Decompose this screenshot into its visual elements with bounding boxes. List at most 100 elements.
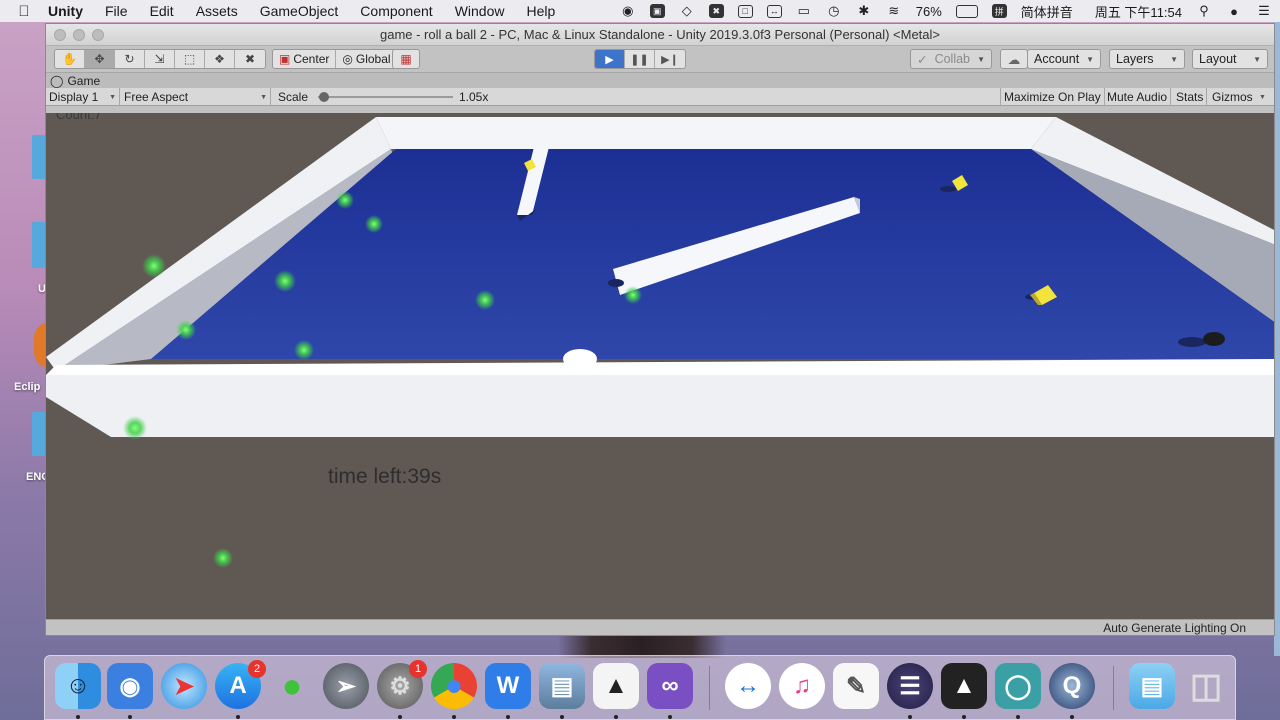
capture-icon[interactable]: ✖ (708, 4, 724, 18)
scale-slider-thumb[interactable] (318, 92, 329, 102)
menu-app-name[interactable]: Unity (48, 3, 83, 19)
itunes-icon[interactable]: ♫ (779, 663, 825, 709)
green-pickup (176, 320, 196, 340)
quicktime-icon[interactable]: Q (1049, 663, 1095, 709)
rotate-tool-icon[interactable]: ↻ (115, 50, 145, 68)
green-pickup (213, 548, 233, 568)
rect-tool-icon[interactable]: ⬚ (175, 50, 205, 68)
chevron-down-icon: ▼ (109, 93, 116, 101)
gizmos-dropdown[interactable]: ▼ (1256, 88, 1269, 106)
battery-icon[interactable] (955, 4, 978, 18)
gamepad-icon: ◯ (50, 74, 64, 88)
stats-toggle[interactable]: Stats (1173, 88, 1208, 106)
launchpad-icon[interactable]: ➢ (323, 663, 369, 709)
dock-running-dot (236, 715, 240, 719)
visual-studio-icon[interactable]: ∞ (647, 663, 693, 709)
gizmos-toggle[interactable]: Gizmos (1209, 88, 1256, 106)
chrome-icon[interactable]: ● (431, 663, 477, 709)
menu-component[interactable]: Component (360, 3, 432, 19)
pivot-center-label: Center (293, 52, 330, 66)
account-dropdown[interactable]: Account ▼ (1027, 49, 1101, 69)
unity-status-icon[interactable]: ◇ (679, 3, 695, 18)
preview-icon[interactable]: ▤ (539, 663, 585, 709)
clock[interactable]: 周五 下午11:54 (1095, 2, 1182, 21)
wps-icon[interactable]: W (485, 663, 531, 709)
game-view[interactable]: Count:7 time left:39s (46, 113, 1274, 621)
play-controls: ▶ ❚❚ ▶❙ (594, 49, 686, 69)
trash-icon[interactable]: ◫ (1183, 663, 1229, 709)
battery-percent[interactable]: 76% (916, 4, 942, 19)
transform-tool-icon[interactable]: ❖ (205, 50, 235, 68)
window-titlebar[interactable]: game - roll a ball 2 - PC, Mac & Linux S… (46, 24, 1274, 46)
hud-count: Count:7 (56, 113, 102, 122)
game-view-toolbar: Display 1 ▼ Free Aspect ▼ Scale 1.05x Ma… (46, 88, 1274, 106)
menu-file[interactable]: File (105, 3, 128, 19)
screen-recorder-icon[interactable]: ◯ (995, 663, 1041, 709)
eclipse-icon[interactable]: ☰ (887, 663, 933, 709)
layers-dropdown[interactable]: Layers ▼ (1109, 49, 1185, 69)
green-pickup (274, 270, 296, 292)
record-stop-icon[interactable]: ◉ (620, 3, 636, 18)
bluetooth-icon[interactable]: ✱ (856, 3, 872, 18)
collab-dropdown[interactable]: ✓ Collab ▼ (910, 49, 992, 69)
input-method-label[interactable]: 简体拼音 (1021, 2, 1073, 21)
step-button[interactable]: ▶❙ (655, 50, 685, 68)
tab-game[interactable]: ◯ Game (50, 73, 100, 89)
unity-icon[interactable]: ▲ (941, 663, 987, 709)
siri-icon[interactable]: ● (1226, 4, 1242, 19)
front-wall-face (46, 375, 1274, 437)
pivot-global-button[interactable]: ◎ Global (336, 50, 396, 68)
scale-slider-track[interactable] (318, 96, 453, 98)
aspect-dropdown[interactable]: Free Aspect ▼ (121, 88, 271, 106)
photo-booth-icon[interactable]: ◉ (107, 663, 153, 709)
menu-gameobject[interactable]: GameObject (260, 3, 339, 19)
front-wall-top (46, 359, 1274, 375)
input-method-icon[interactable]: 拼 (991, 4, 1007, 18)
menu-help[interactable]: Help (526, 3, 555, 19)
unity-hub-icon[interactable]: ▲ (593, 663, 639, 709)
airplay-icon[interactable]: ▭ (796, 3, 812, 18)
menu-window[interactable]: Window (455, 3, 505, 19)
notification-center-icon[interactable]: ☰ (1256, 3, 1272, 18)
desktop-icon-1[interactable] (32, 135, 46, 179)
mute-audio-toggle[interactable]: Mute Audio (1104, 88, 1172, 106)
display-dropdown[interactable]: Display 1 ▼ (46, 88, 120, 106)
green-pickup (365, 215, 383, 233)
safari-icon[interactable]: ➤ (161, 663, 207, 709)
pause-button[interactable]: ❚❚ (625, 50, 655, 68)
pivot-center-button[interactable]: ▣ Center (273, 50, 337, 68)
finder-icon[interactable]: ☺ (55, 663, 101, 709)
scale-tool-icon[interactable]: ⇲ (145, 50, 175, 68)
desktop-icon-3[interactable] (32, 412, 46, 456)
textedit-icon[interactable]: ✎ (833, 663, 879, 709)
green-pickup (475, 290, 495, 310)
maximize-on-play-toggle[interactable]: Maximize On Play (1000, 88, 1105, 106)
time-machine-icon[interactable]: ◷ (826, 3, 842, 18)
wechat-icon[interactable]: ● (269, 663, 315, 709)
teamviewer-icon[interactable]: ↔ (725, 663, 771, 709)
status-bar: Auto Generate Lighting On (46, 619, 1274, 635)
custom-tool-icon[interactable]: ✖ (235, 50, 265, 68)
dictionary-icon[interactable]: □ (737, 4, 753, 18)
teamviewer-status-icon[interactable]: ↔ (766, 4, 782, 18)
chevron-down-icon: ▼ (1170, 54, 1178, 64)
cloud-button[interactable]: ☁ (1000, 49, 1028, 69)
desktop-icon-2[interactable] (32, 222, 46, 268)
grid-snap-icon[interactable]: ▦ (393, 50, 419, 68)
hand-tool-icon[interactable]: ✋ (55, 50, 85, 68)
apple-menu-icon[interactable]:  (0, 3, 48, 20)
dock-running-dot (1070, 715, 1074, 719)
play-button[interactable]: ▶ (595, 50, 625, 68)
spotlight-icon[interactable]: ⚲ (1196, 3, 1212, 18)
layout-dropdown[interactable]: Layout ▼ (1192, 49, 1268, 69)
move-tool-icon[interactable]: ✥ (85, 50, 115, 68)
downloads-folder-icon[interactable]: ▤ (1129, 663, 1175, 709)
screen-tool-icon[interactable]: ▣ (649, 4, 665, 18)
globe-icon: ◎ (342, 52, 353, 66)
grid-snap-group: ▦ (392, 49, 420, 69)
menu-assets[interactable]: Assets (196, 3, 238, 19)
menu-edit[interactable]: Edit (150, 3, 174, 19)
wifi-icon[interactable]: ≋ (886, 3, 902, 18)
lighting-status[interactable]: Auto Generate Lighting On (1103, 621, 1246, 635)
hud-time-left: time left:39s (328, 465, 442, 488)
